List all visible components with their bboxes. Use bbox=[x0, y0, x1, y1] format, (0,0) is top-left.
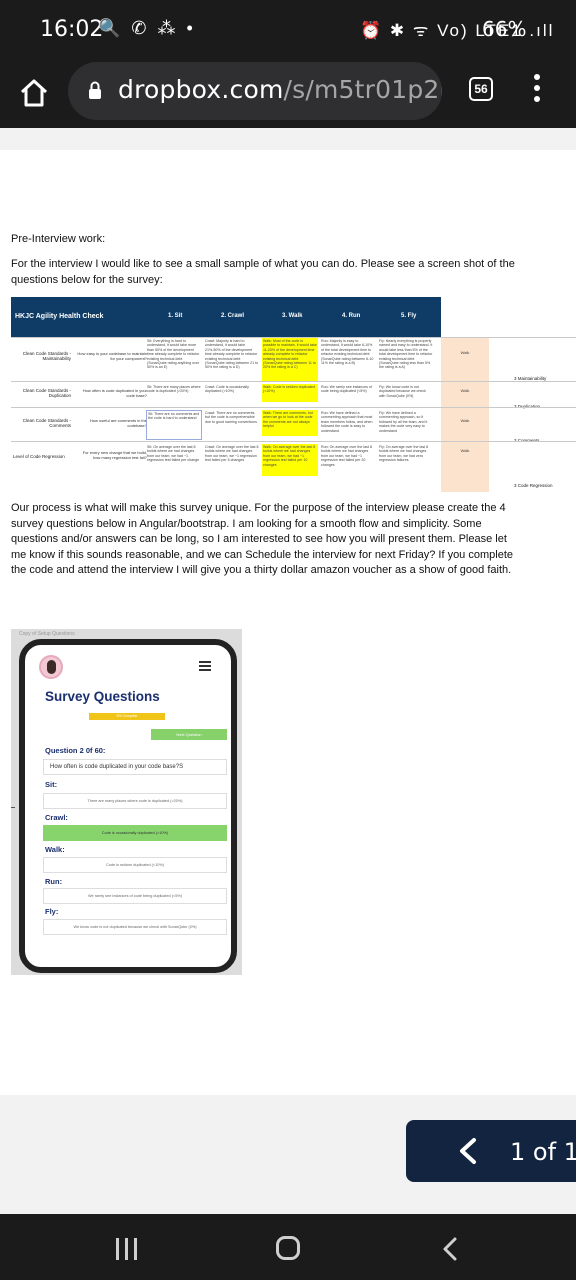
table-row: Level of Code Regression For every new c… bbox=[11, 441, 576, 492]
mockup-caption: Copy of Setup Questions bbox=[19, 631, 75, 637]
status-cell: Walk bbox=[441, 382, 489, 408]
avatar bbox=[39, 655, 63, 679]
option-answer: Code is seldom duplicated (<10%) bbox=[43, 857, 227, 873]
page-indicator: 1 of 1 bbox=[406, 1120, 576, 1182]
address-bar[interactable]: dropbox.com/s/m5tr01p2bio bbox=[68, 62, 442, 120]
table-cell: Fly: We have defined a commenting approa… bbox=[379, 411, 428, 433]
tab-switcher-button[interactable]: 56 bbox=[469, 77, 493, 101]
option-answer-selected: Code is occasionally duplicated (>10%) bbox=[43, 825, 227, 841]
clock: 16:02 bbox=[40, 17, 104, 42]
browser-toolbar: dropbox.com/s/m5tr01p2bio 56 bbox=[0, 58, 576, 128]
table-cell: Sit: There are no comments and the code … bbox=[146, 410, 202, 440]
table-cell: Walk: There are comments, but when we go… bbox=[262, 410, 318, 436]
status-bar: 16:02 🔍 ✆ ⁂ • ⏰ ✱ ᯤ Vo) LTE1 .ıll 66% bbox=[0, 0, 576, 58]
question-text: How often is code duplicated in your cod… bbox=[43, 759, 227, 775]
column-header: 3. Walk bbox=[282, 313, 303, 319]
page-count: 1 of 1 bbox=[510, 1138, 576, 1166]
document-page: Pre-Interview work: For the interview I … bbox=[0, 150, 576, 1095]
intro-paragraph: For the interview I would like to see a … bbox=[11, 258, 515, 286]
question-number: Question 2 0f 60: bbox=[45, 746, 106, 755]
previous-page-icon[interactable] bbox=[454, 1136, 482, 1166]
table-cell: Walk: Most of the code is possible to ma… bbox=[262, 338, 318, 382]
next-question-button: Next Question bbox=[151, 729, 227, 740]
column-header: 4. Run bbox=[342, 313, 361, 319]
row-question: How useful are comments in the codebase? bbox=[89, 418, 147, 428]
table-row: Clean Code Standards - Comments How usef… bbox=[11, 407, 576, 443]
option-level: Run: bbox=[45, 877, 63, 886]
table-cell: Sit: On average over the last 8 builds w… bbox=[147, 445, 200, 463]
table-cell: Sit: There are many places where code is… bbox=[147, 385, 201, 394]
table-cell: Crawl: On average over the last 8 builds… bbox=[205, 445, 259, 463]
row-label: Clean Code Standards - Comments bbox=[22, 418, 71, 428]
divider bbox=[11, 807, 15, 808]
survey-title: Survey Questions bbox=[45, 689, 160, 704]
option-answer: There are many places where code is dupl… bbox=[43, 793, 227, 809]
url-path: /s/m5tr01p2bio bbox=[283, 75, 443, 104]
more-menu-icon[interactable] bbox=[534, 74, 540, 104]
notification-icons: 🔍 ✆ ⁂ • bbox=[98, 18, 196, 38]
section-heading: Pre-Interview work: bbox=[11, 233, 106, 245]
table-cell: Run: We rarely see instances of code bei… bbox=[321, 385, 372, 394]
column-header: 2. Crawl bbox=[221, 313, 245, 319]
row-question: How often is code duplicated in your cod… bbox=[82, 388, 147, 398]
status-cell: Walk bbox=[441, 408, 489, 442]
option-answer: We know code is not duplicated because w… bbox=[43, 919, 227, 935]
table-cell: Fly: We know code is not duplicated beca… bbox=[379, 385, 426, 398]
table-cell: Run: On average over the last 8 builds w… bbox=[321, 445, 372, 467]
row-question: How easy is your codebase to maintain fo… bbox=[77, 351, 147, 361]
table-cell: Sit: Everything is hard to understand, i… bbox=[147, 339, 200, 370]
table-cell: Crawl: Code is occasionally duplicated (… bbox=[205, 385, 249, 394]
table-cell: Run: Majority is easy to understand, it … bbox=[321, 339, 374, 366]
spreadsheet-screenshot: HKJC Agility Health Check 1. Sit 2. Craw… bbox=[11, 297, 576, 492]
row-label: Clean Code Standards - Duplication bbox=[22, 388, 71, 398]
lock-icon bbox=[89, 81, 101, 99]
option-level: Walk: bbox=[45, 845, 65, 854]
table-cell: Fly: On average over the last 8 builds w… bbox=[379, 445, 429, 463]
sheet-title: HKJC Agility Health Check bbox=[15, 313, 104, 320]
row-label: Clean Code Standards - Maintainability bbox=[22, 351, 71, 361]
table-cell: Crawl: There are no comments, but the co… bbox=[205, 411, 257, 424]
status-cell: Walk bbox=[441, 338, 489, 382]
row-label: Level of Code Regression bbox=[13, 454, 65, 459]
phone-frame: Survey Questions 5% Complete Next Questi… bbox=[19, 639, 237, 973]
table-row: Clean Code Standards - Duplication How o… bbox=[11, 381, 576, 409]
battery-level: 66% bbox=[482, 17, 527, 41]
column-header: 5. Fly bbox=[401, 313, 417, 319]
url-text: dropbox.com/s/m5tr01p2bio bbox=[118, 75, 442, 104]
sheet-header: HKJC Agility Health Check 1. Sit 2. Craw… bbox=[11, 297, 441, 337]
table-cell: Walk: Code is seldom duplicated (<10%) bbox=[262, 384, 318, 402]
table-row: Clean Code Standards - Maintainability H… bbox=[11, 337, 576, 382]
table-cell: Fly: Nearly everything is properly named… bbox=[379, 339, 433, 370]
recent-apps-icon[interactable] bbox=[116, 1238, 138, 1260]
column-header: 1. Sit bbox=[168, 313, 183, 319]
option-answer: We rarely see instances of code being du… bbox=[43, 888, 227, 904]
option-level: Crawl: bbox=[45, 813, 68, 822]
phone-mockup-image: Copy of Setup Questions Survey Questions… bbox=[11, 629, 242, 975]
hamburger-menu-icon bbox=[199, 661, 211, 673]
android-nav-bar bbox=[0, 1214, 576, 1280]
option-level: Fly: bbox=[45, 907, 59, 916]
row-question: For every new change that we build, how … bbox=[82, 450, 147, 460]
table-cell: Crawl: Majority is hard to understand, i… bbox=[205, 339, 259, 370]
home-icon[interactable] bbox=[18, 77, 50, 109]
home-button-icon[interactable] bbox=[276, 1236, 300, 1260]
option-level: Sit: bbox=[45, 780, 58, 789]
table-cell: Run: We have defined a commenting approa… bbox=[321, 411, 373, 433]
progress-badge: 5% Complete bbox=[89, 713, 165, 720]
url-domain: dropbox.com bbox=[118, 75, 284, 104]
row-tag: 3 Code Regression bbox=[514, 483, 553, 488]
process-paragraph: Our process is what will make this surve… bbox=[11, 502, 513, 577]
status-cell: Walk bbox=[441, 442, 489, 492]
table-cell: Walk: On average over the last 8 builds … bbox=[262, 444, 318, 476]
back-icon[interactable] bbox=[440, 1236, 460, 1262]
document-viewer[interactable]: Pre-Interview work: For the interview I … bbox=[0, 128, 576, 1214]
